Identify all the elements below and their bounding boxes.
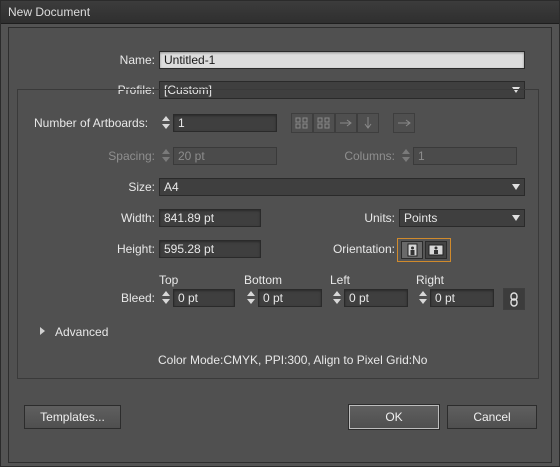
columns-field[interactable]: 1 xyxy=(413,147,517,165)
height-label: Height: xyxy=(116,242,155,256)
artboards-label: Number of Artboards: xyxy=(34,116,149,130)
chevron-down-icon xyxy=(512,184,520,190)
bleed-right-label: Right xyxy=(416,273,445,287)
bleed-bottom-label: Bottom xyxy=(244,273,283,287)
name-label: Name: xyxy=(119,53,155,67)
landscape-icon[interactable] xyxy=(425,241,447,259)
bleed-left-stepper[interactable] xyxy=(330,289,344,307)
columns-stepper[interactable] xyxy=(399,147,413,165)
chevron-down-icon xyxy=(512,215,520,221)
spacing-stepper[interactable] xyxy=(159,147,173,165)
bleed-left-field[interactable]: 0 pt xyxy=(344,289,408,307)
title-bar[interactable]: New Document xyxy=(1,1,559,24)
ok-button[interactable]: OK xyxy=(349,405,439,429)
bleed-left-label: Left xyxy=(330,273,351,287)
window-title: New Document xyxy=(8,5,91,19)
artboards-stepper[interactable] xyxy=(159,114,173,132)
spacing-label: Spacing: xyxy=(108,149,155,163)
orientation-group xyxy=(397,238,451,262)
size-label: Size: xyxy=(128,180,155,194)
bleed-top-stepper[interactable] xyxy=(159,289,173,307)
arrange-by-column-icon[interactable] xyxy=(357,113,379,133)
columns-label: Columns: xyxy=(344,149,395,163)
document-summary: Color Mode:CMYK, PPI:300, Align to Pixel… xyxy=(158,353,428,367)
orientation-label: Orientation: xyxy=(332,242,395,256)
units-select[interactable]: Points xyxy=(399,209,525,227)
size-select[interactable]: A4 xyxy=(159,178,525,196)
spacing-field[interactable]: 20 pt xyxy=(173,147,277,165)
advanced-toggle[interactable]: Advanced xyxy=(55,325,108,339)
bleed-right-field[interactable]: 0 pt xyxy=(430,289,494,307)
units-value: Points xyxy=(404,211,438,225)
cancel-button[interactable]: Cancel xyxy=(447,405,537,429)
right-to-left-icon[interactable] xyxy=(393,113,415,133)
width-label: Width: xyxy=(120,211,155,225)
name-field[interactable]: Untitled-1 xyxy=(159,51,525,69)
bleed-top-label: Top xyxy=(159,273,179,287)
bleed-right-stepper[interactable] xyxy=(416,289,430,307)
new-document-dialog: New Document Name: Untitled-1 Profile: [… xyxy=(0,0,560,467)
grid-by-column-icon[interactable] xyxy=(313,113,335,133)
height-field[interactable]: 595.28 pt xyxy=(159,240,261,258)
width-field[interactable]: 841.89 pt xyxy=(159,209,261,227)
link-icon[interactable] xyxy=(503,288,525,310)
disclosure-triangle-icon[interactable] xyxy=(40,327,45,335)
units-label: Units: xyxy=(364,211,395,225)
portrait-icon[interactable] xyxy=(401,241,423,259)
arrange-by-row-icon[interactable] xyxy=(335,113,357,133)
bleed-label: Bleed: xyxy=(120,291,155,305)
bleed-bottom-stepper[interactable] xyxy=(244,289,258,307)
grid-by-row-icon[interactable] xyxy=(291,113,313,133)
templates-button[interactable]: Templates... xyxy=(24,405,121,429)
artboards-field[interactable]: 1 xyxy=(173,114,277,132)
bleed-top-field[interactable]: 0 pt xyxy=(173,289,235,307)
bleed-bottom-field[interactable]: 0 pt xyxy=(258,289,322,307)
size-value: A4 xyxy=(164,180,179,194)
